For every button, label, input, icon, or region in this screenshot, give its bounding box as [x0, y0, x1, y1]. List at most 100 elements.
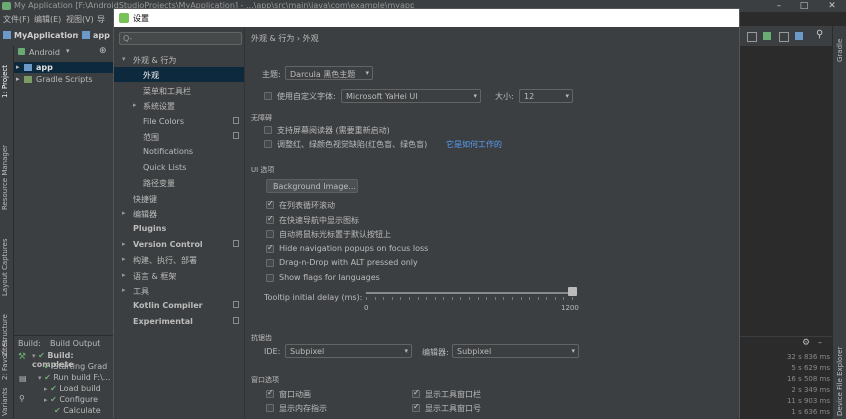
nav-item[interactable]: 快捷键	[114, 191, 244, 206]
chevron-down-icon[interactable]: ▾	[122, 55, 126, 63]
settings-sidebar: Q- ▾ 外观 & 行为 外观 菜单和工具栏 ▸ 系统设置 File Colors 范围 Not…	[114, 27, 245, 419]
chevron-right-icon[interactable]: ▸	[122, 286, 126, 294]
settings-icon[interactable]: ⊕	[99, 46, 107, 56]
chevron-right-icon[interactable]: ▸	[122, 240, 126, 248]
nav-item[interactable]: ▸ 构建、执行、部署	[114, 252, 244, 267]
font-select[interactable]: Microsoft YaHei UI ▾	[341, 89, 481, 103]
expand-icon[interactable]: ▸	[16, 63, 20, 71]
editor-toolbar: ⚲	[740, 26, 832, 46]
tab-favorites[interactable]: 2: Favorites	[1, 336, 9, 380]
sdk-manager-icon[interactable]	[747, 32, 757, 42]
editor-antialias-select[interactable]: Subpixel ▾	[452, 344, 579, 358]
nav-item[interactable]: 范围	[114, 129, 244, 144]
nav-item[interactable]: File Colors	[114, 114, 244, 129]
nav-item[interactable]: 菜单和工具栏	[114, 83, 244, 98]
ui-option-checkbox[interactable]	[266, 199, 274, 209]
layers-icon[interactable]: ▤	[19, 374, 27, 383]
close-icon[interactable]: ✕	[819, 0, 845, 12]
slider-max-label: 1200	[561, 304, 579, 312]
chevron-right-icon[interactable]: ▸	[122, 255, 126, 263]
menu-file[interactable]: 文件(F)	[3, 14, 30, 25]
avd-manager-icon[interactable]	[763, 32, 771, 40]
chevron-right-icon[interactable]: ▸	[122, 271, 126, 279]
settings-search-input[interactable]: Q-	[119, 32, 242, 45]
nav-item[interactable]: ▸ 编辑器	[114, 206, 244, 221]
chevron-down-icon[interactable]: ▾	[66, 47, 70, 55]
chevron-right-icon[interactable]: ▸	[122, 209, 126, 217]
nav-item-label: 范围	[143, 133, 159, 142]
search-icon[interactable]: ⚲	[816, 29, 823, 40]
build-line[interactable]: ▸ ✔ Load build	[44, 384, 101, 393]
nav-item[interactable]: ▸ Version Control	[114, 237, 244, 252]
tab-gradle[interactable]: Gradle	[836, 34, 844, 62]
layout-inspector-icon[interactable]	[795, 32, 803, 40]
slider-tick	[554, 297, 556, 300]
nav-item[interactable]: ▸ 语言 & 框架	[114, 268, 244, 283]
build-line[interactable]: ✔ Starting Grad	[44, 362, 107, 371]
nav-item[interactable]: Kotlin Compiler	[114, 298, 244, 313]
window-option-checkbox[interactable]	[266, 404, 274, 412]
nav-item-label: 构建、执行、部署	[133, 256, 197, 266]
ui-option-checkbox[interactable]	[266, 259, 274, 268]
hammer-icon[interactable]: ⚒	[18, 352, 26, 362]
menu-navigate[interactable]: 导	[97, 14, 105, 25]
expand-icon[interactable]: ▸	[16, 75, 20, 83]
minimize-icon[interactable]: –	[766, 0, 792, 12]
sync-icon[interactable]	[779, 32, 789, 42]
tab-project[interactable]: 1: Project	[1, 52, 9, 98]
tab-variants[interactable]: Variants	[1, 386, 9, 416]
slider-tick	[434, 297, 436, 300]
menu-edit[interactable]: 编辑(E)	[34, 14, 61, 25]
nav-item-label: Kotlin Compiler	[133, 301, 203, 311]
nav-item[interactable]: Plugins	[114, 221, 244, 236]
ui-option-label: 在列表循环滚动	[279, 201, 335, 210]
nav-item[interactable]: Quick Lists	[114, 160, 244, 175]
tree-item-app[interactable]: ▸ app	[14, 62, 113, 73]
chevron-right-icon[interactable]: ▸	[133, 101, 137, 109]
ui-option-checkbox[interactable]	[266, 274, 274, 282]
nav-module[interactable]: app	[93, 31, 110, 40]
how-it-works-link[interactable]: 它是如何工作的	[446, 139, 502, 150]
project-view-selector[interactable]: Android	[29, 48, 60, 57]
window-option-checkbox[interactable]	[412, 388, 420, 398]
dialog-titlebar[interactable]: 设置	[114, 9, 739, 27]
ui-option-checkbox[interactable]	[266, 243, 274, 253]
nav-item[interactable]: 路径变量	[114, 175, 244, 190]
nav-item[interactable]: 外观	[114, 67, 244, 83]
gear-icon[interactable]: ⚙	[802, 338, 810, 348]
window-option-checkbox[interactable]	[412, 402, 420, 412]
menu-view[interactable]: 视图(V)	[66, 14, 94, 25]
font-size-select[interactable]: 12 ▾	[519, 89, 573, 103]
slider-knob[interactable]	[568, 287, 577, 296]
window-option-checkbox[interactable]	[266, 388, 274, 398]
tooltip-delay-slider[interactable]	[366, 292, 573, 294]
nav-item[interactable]: ▸ 系统设置	[114, 98, 244, 113]
tab-layout-captures[interactable]: Layout Captures	[1, 234, 9, 296]
screen-reader-checkbox[interactable]	[264, 126, 272, 134]
custom-font-checkbox[interactable]	[264, 92, 272, 100]
pin-icon[interactable]: ⚲	[19, 394, 25, 403]
tab-build-output[interactable]: Build Output	[50, 339, 100, 348]
theme-select[interactable]: Darcula 黑色主题 ▾	[285, 66, 373, 80]
nav-project[interactable]: MyApplication	[14, 31, 78, 40]
build-line[interactable]: ✔ Calculate	[54, 406, 101, 415]
ui-option-checkbox[interactable]	[266, 230, 274, 239]
background-image-button[interactable]: Background Image...	[266, 179, 358, 193]
slider-tick	[572, 297, 573, 300]
tab-resource-manager[interactable]: Resource Manager	[1, 130, 9, 210]
nav-item[interactable]: Experimental	[114, 314, 244, 329]
tree-item-gradle-scripts[interactable]: ▸ Gradle Scripts	[14, 74, 113, 85]
tab-device-file-explorer[interactable]: Device File Explorer	[836, 347, 844, 416]
minimize-panel-icon[interactable]: –	[818, 338, 822, 347]
nav-item[interactable]: Notifications	[114, 144, 244, 159]
slider-tick	[486, 297, 488, 300]
color-blind-checkbox[interactable]	[264, 140, 272, 148]
build-line[interactable]: ▸ ✔ Configure	[44, 395, 98, 404]
nav-item[interactable]: ▾ 外观 & 行为	[114, 52, 244, 67]
nav-item[interactable]: ▸ 工具	[114, 283, 244, 298]
build-line[interactable]: ▾ ✔ Run build F:\...	[38, 373, 110, 382]
ui-option-checkbox[interactable]	[266, 214, 274, 224]
ide-antialias-select[interactable]: Subpixel ▾	[285, 344, 412, 358]
android-studio-icon	[2, 2, 11, 10]
maximize-icon[interactable]: □	[791, 0, 817, 12]
